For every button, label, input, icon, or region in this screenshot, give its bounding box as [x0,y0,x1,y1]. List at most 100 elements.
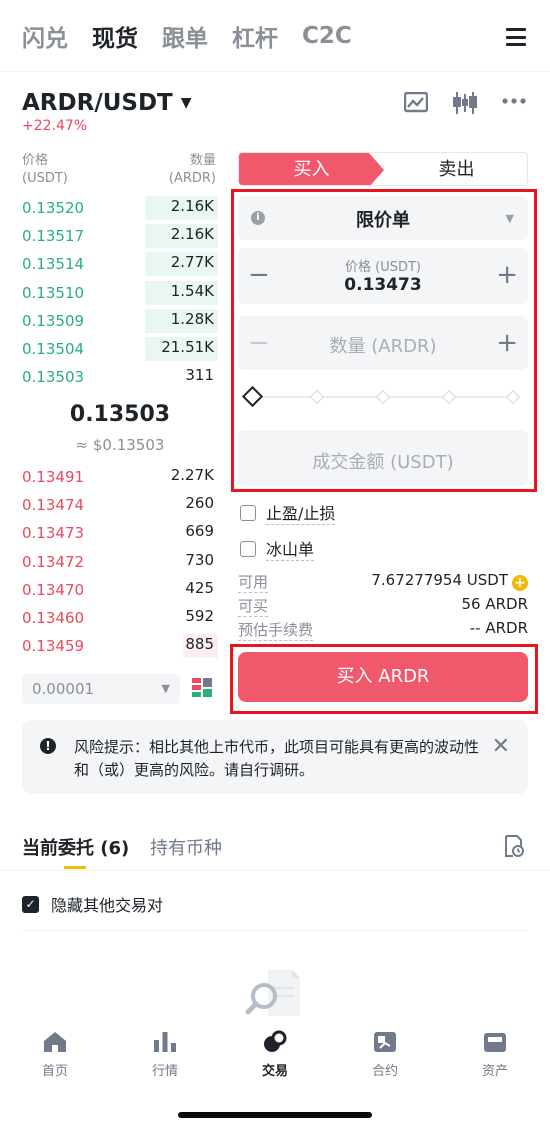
bid-price: 0.13460 [22,609,85,627]
tab-copy-trading[interactable]: 跟单 [162,19,208,53]
tp-sl-option[interactable]: 止盈/止损 [240,500,336,525]
quantity-input[interactable]: 数量 (ARDR) [238,332,528,358]
empty-orders-icon [245,970,300,1016]
price-field[interactable]: − 价格 (USDT) 0.13473 + [238,248,528,304]
tab-spot[interactable]: 现货 [92,19,138,53]
last-price: 0.13503 [69,402,171,427]
slider-step-25[interactable] [309,389,325,405]
bid-quantity: 2.27K [170,466,214,484]
ask-price: 0.13503 [22,368,85,387]
quantity-increase-button[interactable]: + [496,330,518,356]
bid-row[interactable]: 0.13473 669 [22,519,218,547]
nav-markets[interactable]: 行情 [130,1030,200,1079]
can-buy-value: 56 ARDR [461,595,528,613]
ask-row[interactable]: 0.13520 2.16K [22,194,218,222]
order-type-label: 限价单 [356,210,410,231]
bid-row[interactable]: 0.13474 260 [22,491,218,519]
available-value: 7.67277954 USDT [371,571,508,589]
price-increase-button[interactable]: + [496,262,518,288]
order-history-icon[interactable] [504,835,524,857]
tp-sl-checkbox[interactable] [240,504,256,521]
bid-row[interactable]: 0.13459 885 [22,632,218,660]
buy-tab[interactable]: 买入 [239,153,384,185]
bid-price: 0.13472 [22,552,85,571]
chart-icon[interactable] [404,92,428,114]
ask-row[interactable]: 0.13503 311 [22,363,218,391]
ask-price: 0.13520 [22,199,85,217]
tab-c2c[interactable]: C2C [302,23,352,49]
bid-price: 0.13459 [22,637,85,656]
risk-warning: ! 风险提示：相比其他上市代币，此项目可能具有更高的波动性和（或）更高的风险。请… [22,720,528,794]
hide-other-pairs-option[interactable]: ✓ 隐藏其他交易对 [22,892,163,916]
buy-button[interactable]: 买入 ARDR [238,652,528,702]
nav-trade[interactable]: 交易 [240,1030,310,1079]
tab-holdings[interactable]: 持有币种 [150,834,222,860]
hide-other-pairs-label: 隐藏其他交易对 [51,896,164,915]
available-row: 可用 7.67277954 USDT + [238,571,528,593]
fee-value: -- ARDR [469,619,528,637]
slider-step-75[interactable] [441,389,457,405]
ask-row[interactable]: 0.13514 2.77K [22,250,218,278]
amount-slider[interactable] [241,385,521,408]
nav-wallet-label: 资产 [481,1064,508,1079]
pair-selector[interactable]: ARDR/USDT ▼ [22,90,192,116]
nav-home[interactable]: 首页 [20,1030,90,1079]
buy-sell-toggle: 买入 卖出 [238,152,528,186]
nav-wallet[interactable]: 资产 [460,1030,530,1079]
bid-row[interactable]: 0.13460 592 [22,604,218,632]
ask-quantity: 1.28K [170,309,214,328]
ask-row[interactable]: 0.13510 1.54K [22,279,218,307]
tab-margin[interactable]: 杠杆 [232,19,278,53]
bid-quantity: 592 [185,607,214,625]
active-tab-indicator [64,866,86,869]
bid-quantity: 885 [185,635,214,654]
ask-quantity: 2.77K [170,253,214,272]
bid-row[interactable]: 0.13470 425 [22,576,218,604]
tab-convert[interactable]: 闪兑 [22,19,68,53]
menu-icon[interactable] [506,28,526,46]
order-type-select[interactable]: i 限价单 ▼ [238,196,528,240]
slider-step-50[interactable] [375,389,391,405]
ask-quantity: 21.51K [161,338,214,356]
ask-quantity: 2.16K [170,225,214,244]
iceberg-label: 冰山单 [266,536,315,561]
quantity-field[interactable]: − 数量 (ARDR) + [238,316,528,370]
bid-quantity: 260 [185,494,214,513]
depth-view-icon[interactable] [192,678,212,698]
nav-futures-label: 合约 [371,1064,398,1079]
can-buy-row: 可买 56 ARDR [238,595,528,617]
nav-futures[interactable]: 合约 [350,1030,420,1079]
candlestick-icon[interactable] [452,92,478,114]
ask-row[interactable]: 0.13504 21.51K [22,335,218,363]
ask-price: 0.13504 [22,340,85,358]
hide-other-pairs-checkbox[interactable]: ✓ [22,895,39,913]
tab-open-orders[interactable]: 当前委托 (6) [22,834,129,860]
sell-tab[interactable]: 卖出 [384,153,527,185]
precision-select[interactable]: 0.00001 ▼ [22,674,180,704]
chevron-down-icon: ▼ [161,682,170,695]
ask-row[interactable]: 0.13509 1.28K [22,307,218,335]
close-icon[interactable]: ✕ [492,734,510,759]
bid-row[interactable]: 0.13491 2.27K [22,463,218,491]
ask-row[interactable]: 0.13517 2.16K [22,222,218,250]
slider-step-100[interactable] [505,389,521,405]
futures-icon [374,1032,396,1052]
home-icon [44,1032,66,1052]
slider-knob[interactable] [241,385,264,408]
price-input[interactable]: 0.13473 [238,275,528,295]
caret-down-icon: ▼ [180,95,192,111]
total-field[interactable]: 成交金额 (USDT) [238,430,528,486]
can-buy-label: 可买 [238,597,269,617]
bid-row[interactable]: 0.13472 730 [22,548,218,576]
home-indicator [178,1112,372,1118]
bid-price: 0.13474 [22,496,85,515]
ask-quantity: 1.54K [170,281,214,300]
total-input[interactable]: 成交金额 (USDT) [238,448,528,474]
ask-price: 0.13509 [22,311,85,330]
add-funds-icon[interactable]: + [512,575,528,591]
iceberg-option[interactable]: 冰山单 [240,536,315,561]
ask-price: 0.13517 [22,227,85,246]
iceberg-checkbox[interactable] [240,540,256,557]
bid-price: 0.13491 [22,468,85,486]
more-icon[interactable] [502,98,526,104]
